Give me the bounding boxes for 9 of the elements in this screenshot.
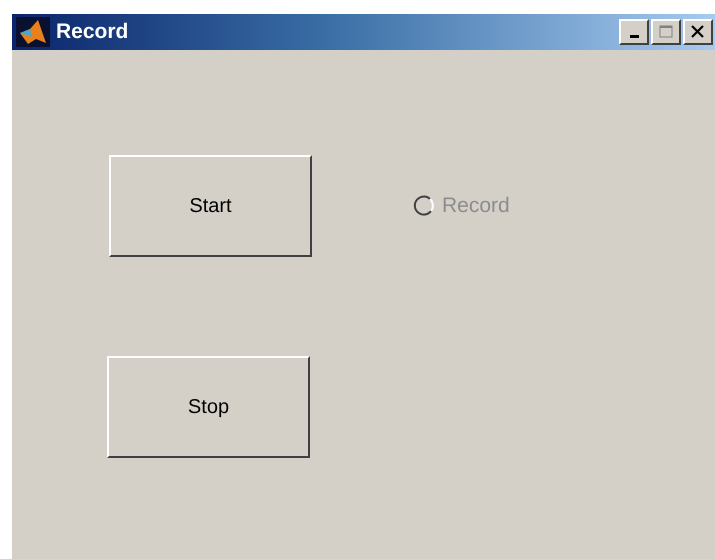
close-icon — [690, 24, 706, 40]
app-logo-icon — [16, 17, 50, 47]
push-button[interactable]: Start — [109, 155, 312, 257]
minimize-icon — [630, 35, 638, 38]
push-button[interactable]: Stop — [107, 356, 310, 458]
close-button[interactable] — [683, 19, 713, 45]
minimize-button[interactable] — [619, 19, 649, 45]
maximize-icon — [658, 24, 674, 40]
window-title: Record — [56, 20, 130, 44]
